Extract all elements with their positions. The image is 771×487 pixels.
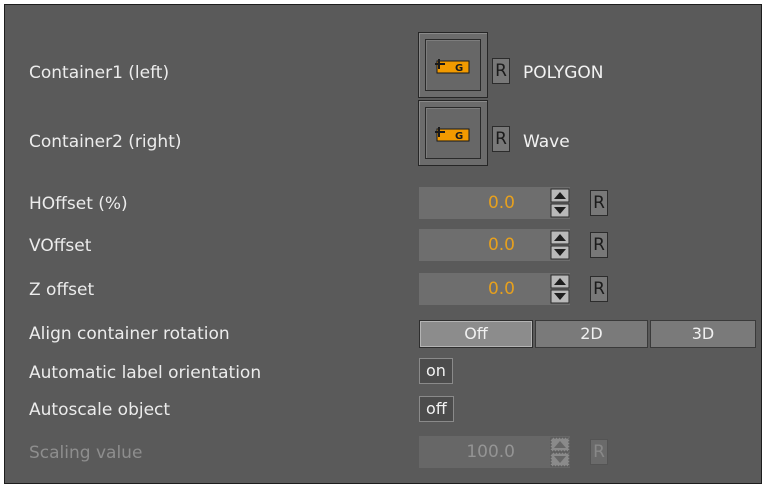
auto-label-orientation-toggle[interactable]: on — [419, 358, 453, 384]
container2-drop-slot[interactable]: G — [418, 100, 488, 166]
properties-panel: Container1 (left) G R POLYGON Container2… — [4, 4, 762, 484]
scaling-value-label: Scaling value — [29, 443, 143, 463]
align-rotation-3d-button[interactable]: 3D — [650, 320, 756, 348]
container1-name: POLYGON — [523, 63, 604, 83]
voffset-reset-button[interactable]: R — [590, 232, 608, 258]
scaling-value-field: 100.0 — [419, 436, 551, 468]
zoffset-reset-button[interactable]: R — [590, 276, 608, 302]
zoffset-label: Z offset — [29, 280, 95, 300]
voffset-label: VOffset — [29, 236, 92, 256]
container2-name: Wave — [523, 132, 570, 152]
autoscale-toggle[interactable]: off — [419, 396, 454, 422]
align-rotation-label: Align container rotation — [29, 324, 230, 344]
container1-slot-frame: G — [425, 39, 481, 91]
container2-label: Container2 (right) — [29, 132, 182, 152]
container1-reset-button[interactable]: R — [492, 58, 510, 84]
voffset-field[interactable]: 0.0 — [419, 229, 551, 261]
group-container-icon: G — [435, 59, 470, 74]
svg-text:G: G — [455, 131, 463, 142]
zoffset-field[interactable]: 0.0 — [419, 273, 551, 305]
svg-text:G: G — [455, 63, 463, 74]
hoffset-spinner-icon[interactable] — [550, 187, 570, 219]
voffset-spinner-icon[interactable] — [550, 229, 570, 261]
container2-slot-frame: G — [425, 107, 481, 159]
container1-drop-slot[interactable]: G — [418, 32, 488, 98]
hoffset-field[interactable]: 0.0 — [419, 187, 551, 219]
align-rotation-2d-button[interactable]: 2D — [535, 320, 648, 348]
container1-label: Container1 (left) — [29, 63, 170, 83]
autoscale-label: Autoscale object — [29, 400, 171, 420]
hoffset-label: HOffset (%) — [29, 194, 128, 214]
group-container-icon: G — [435, 127, 470, 142]
container2-reset-button[interactable]: R — [492, 126, 510, 152]
scaling-reset-button: R — [590, 439, 608, 465]
zoffset-spinner-icon[interactable] — [550, 273, 570, 305]
auto-label-orientation-label: Automatic label orientation — [29, 363, 262, 383]
scaling-spinner-icon — [550, 436, 570, 468]
align-rotation-off-button[interactable]: Off — [419, 320, 533, 348]
hoffset-reset-button[interactable]: R — [590, 190, 608, 216]
